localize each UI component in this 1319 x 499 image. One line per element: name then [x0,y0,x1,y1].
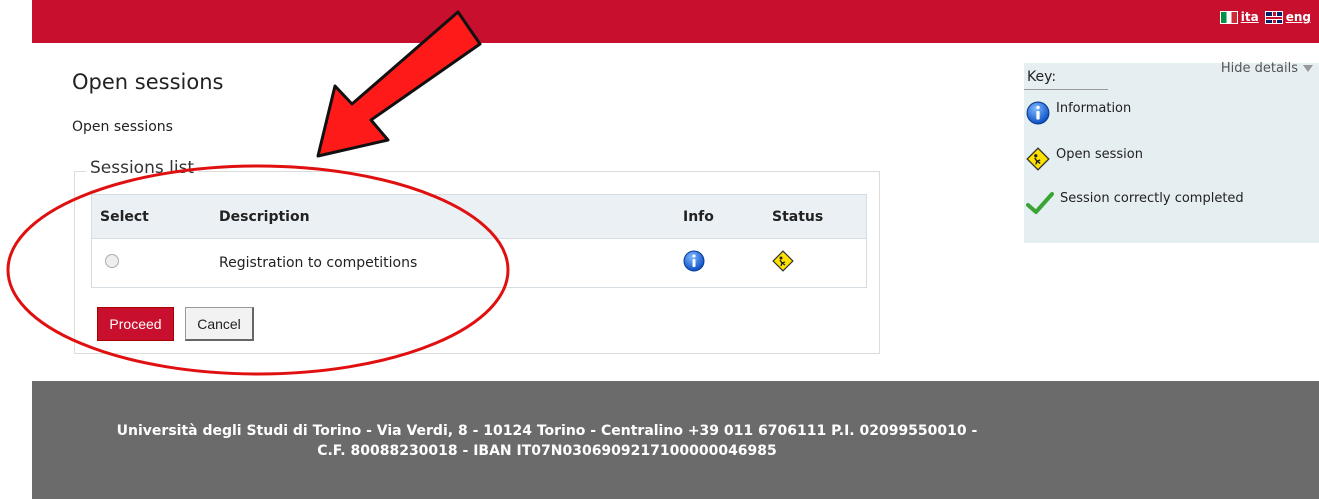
footer-line-1: Università degli Studi di Torino - Via V… [116,423,978,439]
cancel-button[interactable]: Cancel [185,307,254,341]
footer: Università degli Studi di Torino - Via V… [32,381,1319,499]
key-item-label: Open session [1056,147,1143,162]
key-title-underline [1024,89,1108,90]
lang-it-link[interactable]: ita [1219,10,1259,24]
footer-line-2: C.F. 80088230018 - IBAN IT07N03069092171… [317,443,777,459]
footer-text: Università degli Studi di Torino - Via V… [72,421,1022,461]
top-bar: ita eng [32,0,1319,43]
status-cell [764,238,867,288]
uk-flag-icon [1264,10,1283,24]
key-item-label: Information [1056,101,1132,116]
triangle-down-icon [1303,65,1313,72]
page-subtitle: Open sessions [72,119,173,135]
hide-details-toggle[interactable]: Hide details [1221,61,1313,76]
session-radio[interactable] [105,254,119,268]
table-header-row: Select Description Info Status [91,194,867,239]
info-icon [1026,101,1050,125]
info-icon[interactable] [683,250,705,272]
table-row: Registration to competitions [91,238,867,288]
sessions-legend: Sessions list [86,158,199,178]
key-item-completed: Session correctly completed [1026,191,1244,215]
sessions-table: Select Description Info Status Registrat… [91,194,867,288]
key-item-open-session: Open session [1026,147,1143,171]
key-item-information: Information [1026,101,1131,125]
key-item-label: Session correctly completed [1060,191,1244,206]
language-switcher: ita eng [1219,10,1311,24]
check-icon [1026,192,1054,214]
column-header-info: Info [675,194,764,239]
column-header-description: Description [211,194,675,239]
column-header-status: Status [764,194,867,239]
hide-details-label: Hide details [1220,61,1298,76]
italy-flag-icon [1219,10,1238,24]
info-cell [675,238,764,288]
page-title: Open sessions [72,70,224,94]
lang-en-link[interactable]: eng [1264,10,1311,24]
key-panel: Key: Hide details Information Open sessi… [1024,61,1319,243]
open-session-icon [772,250,794,272]
description-cell: Registration to competitions [211,238,675,288]
column-header-select: Select [91,194,211,239]
key-title: Key: [1027,69,1057,85]
proceed-button[interactable]: Proceed [97,307,174,341]
lang-en-label: eng [1285,10,1311,24]
open-session-icon [1026,147,1050,171]
select-cell [91,238,211,288]
lang-it-label: ita [1240,10,1259,24]
